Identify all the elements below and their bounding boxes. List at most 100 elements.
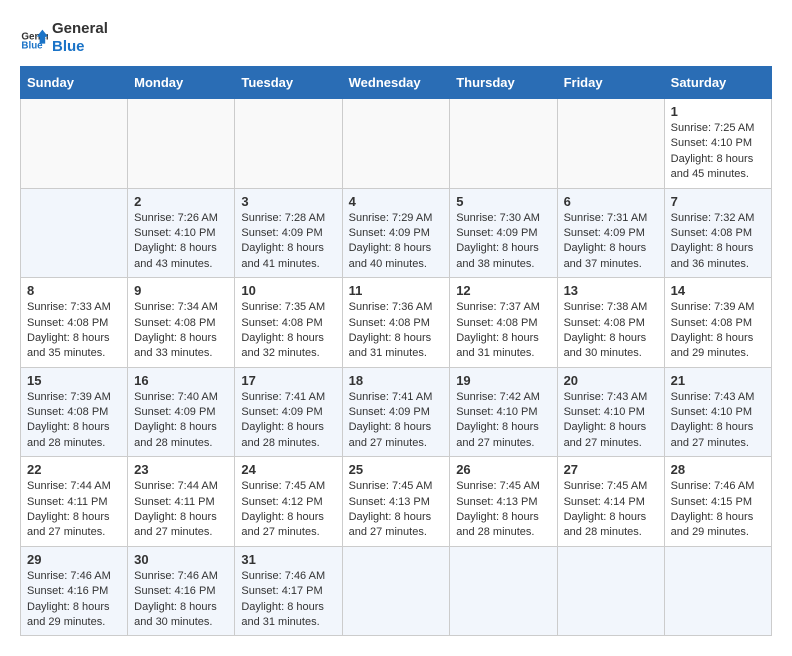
calendar-week-1: 1Sunrise: 7:25 AMSunset: 4:10 PMDaylight… bbox=[21, 99, 772, 189]
calendar-week-6: 29Sunrise: 7:46 AMSunset: 4:16 PMDayligh… bbox=[21, 546, 772, 636]
calendar-cell: 25 Sunrise: 7:45 AMSunset: 4:13 PMDayligh… bbox=[342, 457, 450, 547]
sunrise-text: Sunrise: 7:40 AM bbox=[134, 390, 228, 405]
day-number: 17 bbox=[241, 373, 335, 388]
daylight-text: Daylight: 8 hours and 27 minutes. bbox=[671, 420, 765, 451]
day-number: 5 bbox=[456, 194, 550, 209]
sunset-text: Sunset: 4:10 PM bbox=[456, 405, 550, 420]
sunrise-text: Sunrise: 7:30 AM bbox=[456, 211, 550, 226]
sunrise-text: Sunrise: 7:46 AM bbox=[134, 569, 228, 584]
day-number: 2 bbox=[134, 194, 228, 209]
day-number: 11 bbox=[349, 283, 444, 298]
sunset-text: Sunset: 4:14 PM bbox=[564, 495, 658, 510]
sunset-text: Sunset: 4:08 PM bbox=[27, 405, 121, 420]
calendar-cell: 2Sunrise: 7:26 AMSunset: 4:10 PMDaylight… bbox=[128, 188, 235, 278]
calendar-cell: 1Sunrise: 7:25 AMSunset: 4:10 PMDaylight… bbox=[664, 99, 771, 189]
daylight-text: Daylight: 8 hours and 27 minutes. bbox=[349, 510, 444, 541]
sunset-text: Sunset: 4:17 PM bbox=[241, 584, 335, 599]
sunset-text: Sunset: 4:09 PM bbox=[456, 226, 550, 241]
calendar-cell: 5 Sunrise: 7:30 AMSunset: 4:09 PMDaylight… bbox=[450, 188, 557, 278]
sunset-text: Sunset: 4:08 PM bbox=[671, 316, 765, 331]
sunset-text: Sunset: 4:08 PM bbox=[134, 316, 228, 331]
calendar-cell: 4Sunrise: 7:29 AMSunset: 4:09 PMDaylight… bbox=[342, 188, 450, 278]
logo: General Blue General Blue bbox=[20, 20, 108, 56]
day-header-monday: Monday bbox=[128, 67, 235, 99]
sunset-text: Sunset: 4:11 PM bbox=[27, 495, 121, 510]
sunrise-text: Sunrise: 7:45 AM bbox=[241, 479, 335, 494]
day-header-sunday: Sunday bbox=[21, 67, 128, 99]
calendar-cell: 3Sunrise: 7:28 AMSunset: 4:09 PMDaylight… bbox=[235, 188, 342, 278]
daylight-text: Daylight: 8 hours and 36 minutes. bbox=[671, 241, 765, 272]
calendar-cell bbox=[450, 546, 557, 636]
sunset-text: Sunset: 4:13 PM bbox=[349, 495, 444, 510]
day-number: 20 bbox=[564, 373, 658, 388]
day-number: 7 bbox=[671, 194, 765, 209]
sunset-text: Sunset: 4:09 PM bbox=[241, 226, 335, 241]
sunset-text: Sunset: 4:09 PM bbox=[349, 405, 444, 420]
daylight-text: Daylight: 8 hours and 28 minutes. bbox=[27, 420, 121, 451]
calendar-cell bbox=[21, 188, 128, 278]
day-number: 6 bbox=[564, 194, 658, 209]
day-number: 4 bbox=[349, 194, 444, 209]
calendar-cell bbox=[342, 99, 450, 189]
sunrise-text: Sunrise: 7:36 AM bbox=[349, 300, 444, 315]
day-number: 25 bbox=[349, 462, 444, 477]
calendar-cell: 6Sunrise: 7:31 AMSunset: 4:09 PMDaylight… bbox=[557, 188, 664, 278]
day-number: 23 bbox=[134, 462, 228, 477]
sunrise-text: Sunrise: 7:35 AM bbox=[241, 300, 335, 315]
daylight-text: Daylight: 8 hours and 27 minutes. bbox=[134, 510, 228, 541]
daylight-text: Daylight: 8 hours and 29 minutes. bbox=[671, 510, 765, 541]
calendar-cell: 24Sunrise: 7:45 AMSunset: 4:12 PMDayligh… bbox=[235, 457, 342, 547]
day-number: 31 bbox=[241, 552, 335, 567]
calendar-cell bbox=[342, 546, 450, 636]
calendar-cell: 13Sunrise: 7:38 AMSunset: 4:08 PMDayligh… bbox=[557, 278, 664, 368]
sunset-text: Sunset: 4:08 PM bbox=[241, 316, 335, 331]
sunset-text: Sunset: 4:10 PM bbox=[671, 136, 765, 151]
day-header-thursday: Thursday bbox=[450, 67, 557, 99]
calendar-cell: 28Sunrise: 7:46 AMSunset: 4:15 PMDayligh… bbox=[664, 457, 771, 547]
daylight-text: Daylight: 8 hours and 31 minutes. bbox=[349, 331, 444, 362]
sunrise-text: Sunrise: 7:39 AM bbox=[671, 300, 765, 315]
calendar-cell bbox=[664, 546, 771, 636]
daylight-text: Daylight: 8 hours and 43 minutes. bbox=[134, 241, 228, 272]
sunrise-text: Sunrise: 7:44 AM bbox=[27, 479, 121, 494]
sunset-text: Sunset: 4:08 PM bbox=[671, 226, 765, 241]
daylight-text: Daylight: 8 hours and 28 minutes. bbox=[134, 420, 228, 451]
day-number: 14 bbox=[671, 283, 765, 298]
sunset-text: Sunset: 4:16 PM bbox=[27, 584, 121, 599]
sunset-text: Sunset: 4:09 PM bbox=[241, 405, 335, 420]
day-number: 28 bbox=[671, 462, 765, 477]
daylight-text: Daylight: 8 hours and 45 minutes. bbox=[671, 152, 765, 183]
daylight-text: Daylight: 8 hours and 27 minutes. bbox=[241, 510, 335, 541]
daylight-text: Daylight: 8 hours and 33 minutes. bbox=[134, 331, 228, 362]
sunrise-text: Sunrise: 7:31 AM bbox=[564, 211, 658, 226]
sunset-text: Sunset: 4:09 PM bbox=[134, 405, 228, 420]
calendar-header-row: SundayMondayTuesdayWednesdayThursdayFrid… bbox=[21, 67, 772, 99]
sunrise-text: Sunrise: 7:42 AM bbox=[456, 390, 550, 405]
sunrise-text: Sunrise: 7:46 AM bbox=[671, 479, 765, 494]
day-number: 10 bbox=[241, 283, 335, 298]
sunset-text: Sunset: 4:11 PM bbox=[134, 495, 228, 510]
day-number: 8 bbox=[27, 283, 121, 298]
sunrise-text: Sunrise: 7:45 AM bbox=[349, 479, 444, 494]
daylight-text: Daylight: 8 hours and 38 minutes. bbox=[456, 241, 550, 272]
day-header-wednesday: Wednesday bbox=[342, 67, 450, 99]
calendar-cell bbox=[128, 99, 235, 189]
calendar-cell bbox=[450, 99, 557, 189]
sunrise-text: Sunrise: 7:45 AM bbox=[456, 479, 550, 494]
calendar-cell: 29Sunrise: 7:46 AMSunset: 4:16 PMDayligh… bbox=[21, 546, 128, 636]
calendar-cell bbox=[557, 546, 664, 636]
calendar-cell bbox=[21, 99, 128, 189]
sunrise-text: Sunrise: 7:43 AM bbox=[564, 390, 658, 405]
sunset-text: Sunset: 4:09 PM bbox=[564, 226, 658, 241]
calendar-week-4: 15Sunrise: 7:39 AMSunset: 4:08 PMDayligh… bbox=[21, 367, 772, 457]
sunset-text: Sunset: 4:10 PM bbox=[671, 405, 765, 420]
day-number: 1 bbox=[671, 104, 765, 119]
sunrise-text: Sunrise: 7:44 AM bbox=[134, 479, 228, 494]
sunset-text: Sunset: 4:12 PM bbox=[241, 495, 335, 510]
sunset-text: Sunset: 4:08 PM bbox=[27, 316, 121, 331]
sunset-text: Sunset: 4:10 PM bbox=[564, 405, 658, 420]
calendar-cell: 18Sunrise: 7:41 AMSunset: 4:09 PMDayligh… bbox=[342, 367, 450, 457]
daylight-text: Daylight: 8 hours and 31 minutes. bbox=[241, 600, 335, 631]
calendar-cell: 30Sunrise: 7:46 AMSunset: 4:16 PMDayligh… bbox=[128, 546, 235, 636]
sunrise-text: Sunrise: 7:34 AM bbox=[134, 300, 228, 315]
